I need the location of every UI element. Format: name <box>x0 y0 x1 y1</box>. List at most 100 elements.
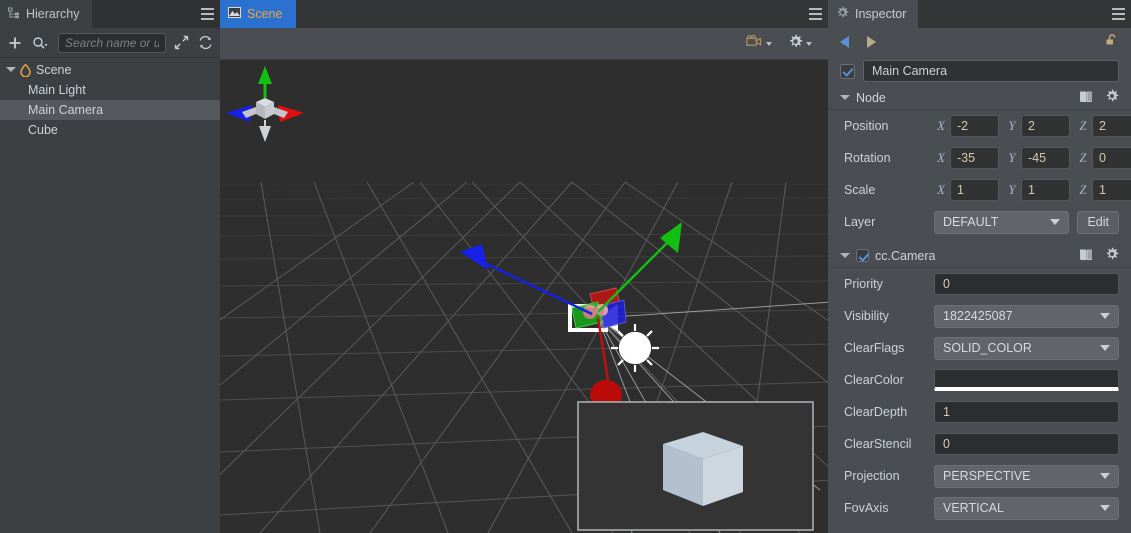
orientation-gizmo[interactable] <box>220 64 310 146</box>
camera-icon <box>746 34 763 53</box>
chevron-down-icon[interactable] <box>766 41 772 46</box>
rotation-x-input[interactable]: -35 <box>950 147 999 169</box>
search-filter-button[interactable] <box>30 33 52 53</box>
rotation-y-input[interactable]: -45 <box>1021 147 1070 169</box>
field-label: FovAxis <box>844 501 889 515</box>
axis-label-x: X <box>937 150 945 165</box>
chevron-down-icon[interactable] <box>840 251 850 261</box>
priority-input[interactable]: 0 <box>934 273 1119 295</box>
arrow-left-icon[interactable] <box>840 36 849 48</box>
field-cleardepth: ClearDepth 1 <box>828 396 1131 428</box>
tree-item-main-light[interactable]: Main Light <box>0 80 220 100</box>
axis-label-z: Z <box>1079 118 1087 133</box>
node-name-field[interactable]: Main Camera <box>863 60 1119 82</box>
axis-label-y: Y <box>1008 150 1016 165</box>
field-label: Rotation <box>844 151 891 165</box>
position-x-input[interactable]: -2 <box>950 115 999 137</box>
tree-item-label: Cube <box>28 123 58 137</box>
unlock-icon[interactable] <box>1105 33 1119 52</box>
tree-item-scene[interactable]: Scene <box>0 60 220 80</box>
refresh-button[interactable] <box>196 33 214 53</box>
section-title: Node <box>856 90 886 105</box>
tree-item-main-camera[interactable]: Main Camera <box>0 100 220 120</box>
gear-icon[interactable] <box>1105 89 1119 106</box>
axis-label-x: X <box>937 182 945 197</box>
projection-select[interactable]: PERSPECTIVE <box>934 464 1119 488</box>
scale-y-input[interactable]: 1 <box>1021 179 1070 201</box>
editor-window: Hierarchy Search name or u Scene Main Li… <box>0 0 1131 533</box>
chevron-down-icon <box>1100 473 1110 479</box>
field-visibility: Visibility 1822425087 <box>828 300 1131 332</box>
hierarchy-tree-icon <box>8 7 20 22</box>
tabbar-empty-space <box>918 0 1105 28</box>
inspector-panel: Inspector Main Camera Node Position X -2… <box>828 0 1131 533</box>
tab-scene[interactable]: Scene <box>220 0 297 28</box>
position-z-input[interactable]: 2 <box>1092 115 1131 137</box>
search-input[interactable] <box>65 35 159 50</box>
node-enabled-checkbox[interactable] <box>840 63 855 79</box>
add-node-button[interactable] <box>6 33 24 53</box>
flame-icon <box>20 63 32 77</box>
scene-tabbar: Scene <box>220 0 828 28</box>
clearflags-select[interactable]: SOLID_COLOR <box>934 336 1119 360</box>
chevron-down-icon[interactable] <box>806 41 812 46</box>
fovaxis-select[interactable]: VERTICAL <box>934 496 1119 520</box>
tab-hierarchy[interactable]: Hierarchy <box>0 0 92 28</box>
inspector-menu-button[interactable] <box>1105 0 1131 28</box>
inspector-body: Node Position X -2 Y 2 Z 2 Rotation X -3… <box>828 86 1131 533</box>
camera-enabled-checkbox[interactable] <box>856 249 869 262</box>
scale-z-input[interactable]: 1 <box>1092 179 1131 201</box>
field-projection: Projection PERSPECTIVE <box>828 460 1131 492</box>
section-header-camera[interactable]: cc.Camera <box>828 244 1131 268</box>
tab-inspector[interactable]: Inspector <box>828 0 919 28</box>
rotation-z-input[interactable]: 0 <box>1092 147 1131 169</box>
field-label: Scale <box>844 183 876 197</box>
book-icon[interactable] <box>1079 90 1093 106</box>
field-label: ClearFlags <box>844 341 905 355</box>
chevron-down-icon[interactable] <box>6 65 16 75</box>
chevron-down-icon[interactable] <box>840 93 850 103</box>
axis-label-y: Y <box>1008 182 1016 197</box>
clearstencil-input[interactable]: 0 <box>934 433 1119 455</box>
tree-item-cube[interactable]: Cube <box>0 120 220 140</box>
clearcolor-swatch[interactable] <box>934 369 1119 391</box>
scene-settings-menu[interactable] <box>788 34 812 54</box>
layer-edit-button[interactable]: Edit <box>1077 210 1119 234</box>
section-header-node[interactable]: Node <box>828 86 1131 110</box>
expand-all-button[interactable] <box>172 33 190 53</box>
chevron-down-icon <box>1100 345 1110 351</box>
arrow-right-icon[interactable] <box>867 36 876 48</box>
scene-image-icon <box>228 7 241 21</box>
field-label: ClearColor <box>844 373 904 387</box>
scene-3d-render[interactable] <box>220 60 828 533</box>
gear-icon <box>836 6 849 22</box>
field-label: Priority <box>844 277 883 291</box>
inspector-tabbar: Inspector <box>828 0 1131 28</box>
tabbar-empty-space <box>296 0 802 28</box>
book-icon[interactable] <box>1079 248 1093 264</box>
fovaxis-select-value: VERTICAL <box>943 501 1004 515</box>
layer-select[interactable]: DEFAULT <box>934 210 1070 234</box>
gear-icon[interactable] <box>1105 247 1119 264</box>
tree-item-label: Main Camera <box>28 103 104 117</box>
field-scale: Scale X 1 Y 1 Z 1 <box>828 174 1131 206</box>
tree-item-label: Main Light <box>28 83 86 97</box>
hierarchy-menu-button[interactable] <box>194 0 220 28</box>
gizmo-negative-y-axis <box>259 120 271 142</box>
cleardepth-input[interactable]: 1 <box>934 401 1119 423</box>
node-name-row: Main Camera <box>828 56 1131 86</box>
field-position: Position X -2 Y 2 Z 2 <box>828 110 1131 142</box>
visibility-select[interactable]: 1822425087 <box>934 304 1119 328</box>
field-fovaxis: FovAxis VERTICAL <box>828 492 1131 524</box>
inspector-nav <box>828 28 1131 56</box>
scene-panel: Scene <box>220 0 828 533</box>
field-label: Layer <box>844 215 876 229</box>
scene-viewport[interactable] <box>220 60 828 533</box>
scene-menu-button[interactable] <box>802 0 828 28</box>
field-label: Position <box>844 119 889 133</box>
position-y-input[interactable]: 2 <box>1021 115 1070 137</box>
scene-camera-menu[interactable] <box>746 34 772 53</box>
search-field[interactable] <box>58 32 166 53</box>
tabbar-empty-space <box>91 0 194 28</box>
scale-x-input[interactable]: 1 <box>950 179 999 201</box>
